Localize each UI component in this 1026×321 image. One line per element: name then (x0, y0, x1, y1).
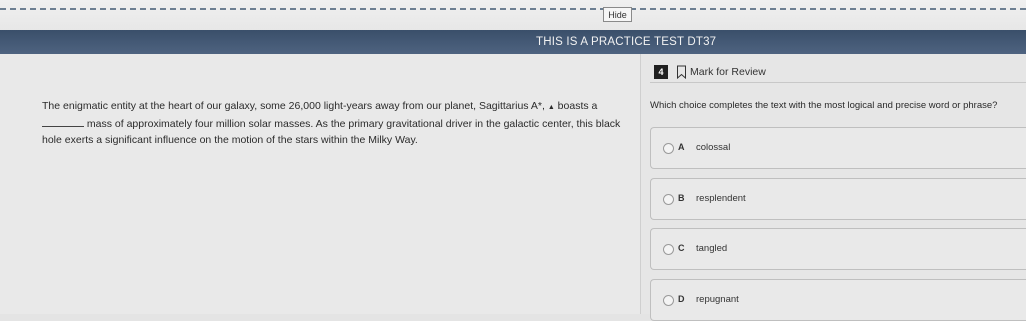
radio-circle-icon[interactable] (663, 295, 674, 306)
option-d[interactable]: D repugnant (650, 279, 1026, 321)
option-text: resplendent (696, 193, 746, 204)
option-text: colossal (696, 142, 731, 153)
dashed-separator (0, 8, 1026, 10)
option-c[interactable]: C tangled (650, 228, 1026, 270)
answer-blank (42, 117, 84, 127)
banner-title: THIS IS A PRACTICE TEST DT37 (536, 36, 717, 48)
passage-part-2: boasts a (554, 100, 598, 112)
question-header: 4 Mark for Review (650, 62, 1026, 83)
option-text: repugnant (696, 294, 739, 305)
option-letter: B (678, 193, 685, 203)
radio-circle-icon[interactable] (663, 194, 674, 205)
practice-test-banner: THIS IS A PRACTICE TEST DT37 (0, 30, 1026, 54)
option-b[interactable]: B resplendent (650, 178, 1026, 220)
radio-circle-icon[interactable] (663, 143, 674, 154)
option-text: tangled (696, 243, 728, 254)
option-letter: D (678, 294, 685, 304)
radio-circle-icon[interactable] (663, 244, 674, 255)
option-a[interactable]: A colossal (650, 127, 1026, 169)
passage-part-1: The enigmatic entity at the heart of our… (42, 100, 548, 112)
question-prompt: Which choice completes the text with the… (650, 100, 998, 111)
option-letter: A (678, 142, 685, 152)
option-letter: C (678, 243, 685, 253)
top-strip (0, 0, 1026, 30)
question-number: 4 (654, 65, 668, 79)
hide-button[interactable]: Hide (603, 7, 632, 22)
passage-pane: The enigmatic entity at the heart of our… (0, 54, 640, 314)
bookmark-icon[interactable] (676, 65, 687, 79)
passage-part-3: mass of approximately four million solar… (42, 118, 621, 146)
passage-text: The enigmatic entity at the heart of our… (42, 98, 632, 148)
mark-for-review-label[interactable]: Mark for Review (690, 66, 766, 78)
caret-up-icon: ▲ (547, 104, 555, 111)
